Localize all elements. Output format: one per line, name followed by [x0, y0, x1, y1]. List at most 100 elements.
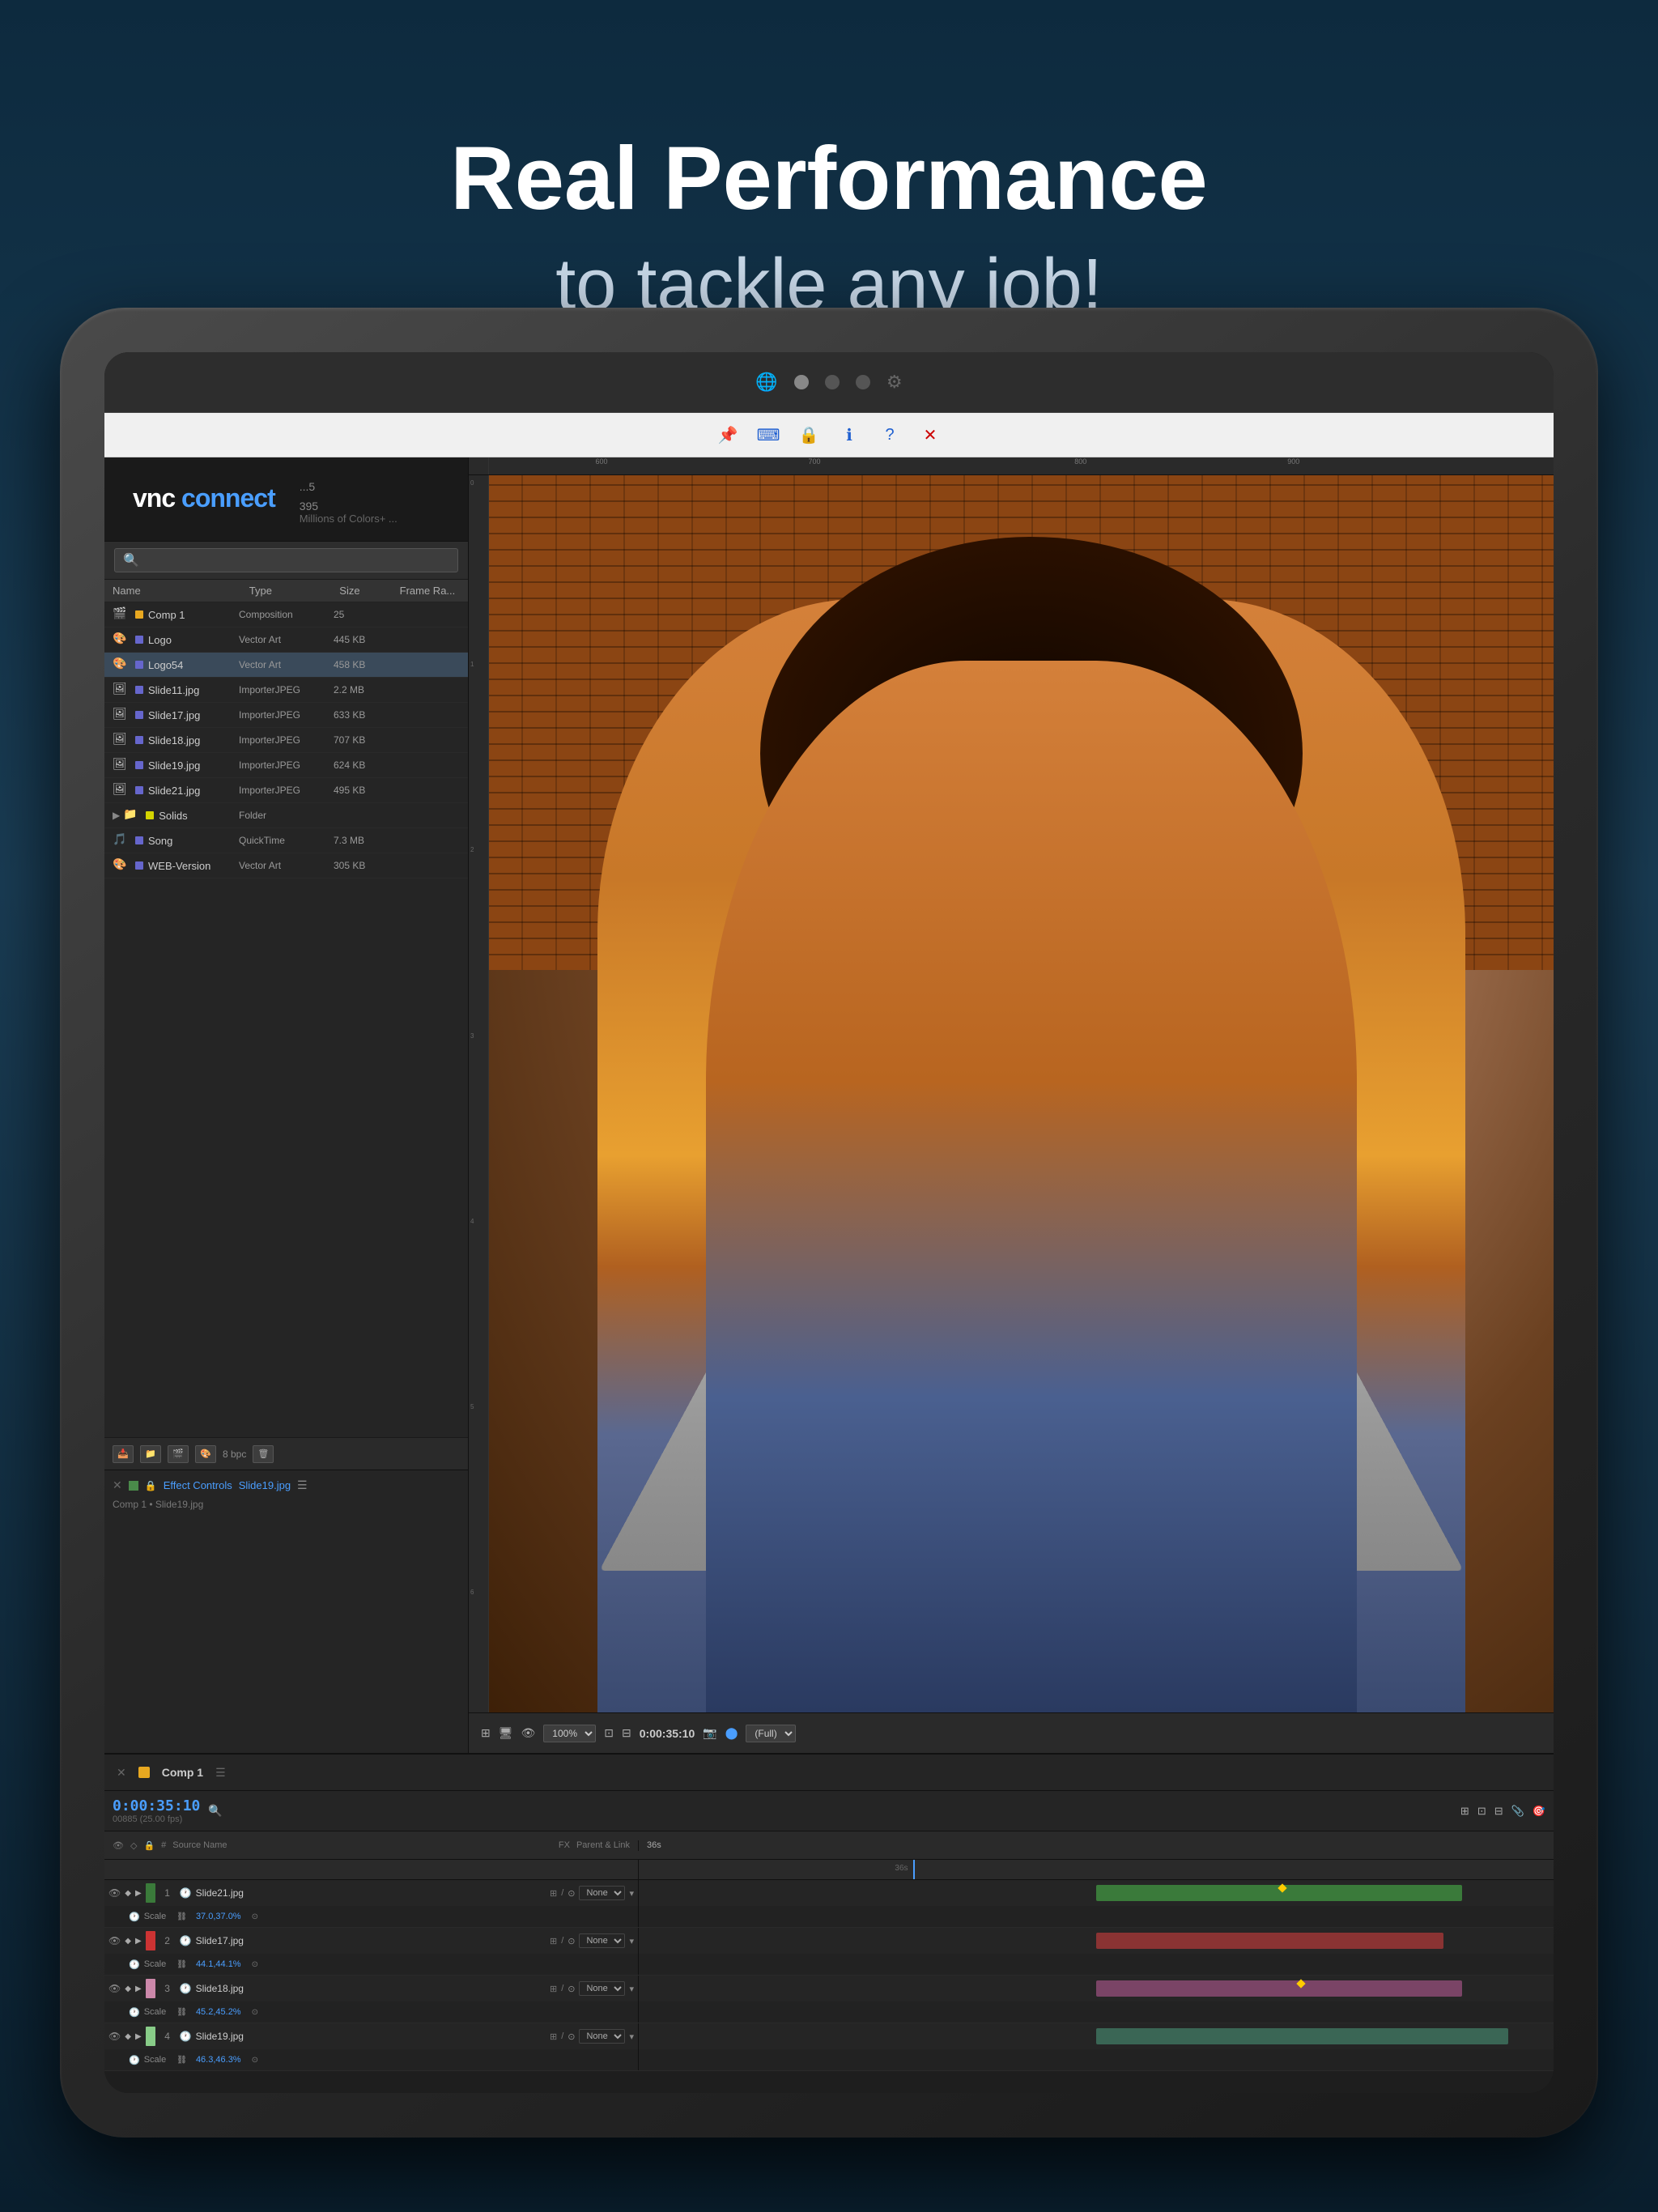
- folder-icon[interactable]: 📁: [140, 1445, 161, 1463]
- new-comp-icon[interactable]: 🎬: [168, 1445, 189, 1463]
- lock-icon[interactable]: 🔒: [795, 421, 823, 449]
- tl-layer-left: 👁 ◆ ▶ 1 🕐 Slide21.jpg ⊞ / ⊙ None ▾ 🕐 Sca…: [104, 1880, 639, 1927]
- layer-keyframe-nav[interactable]: ◆: [125, 2032, 131, 2041]
- tl-ctrl-1[interactable]: ⊞: [1460, 1805, 1469, 1818]
- file-icon: 🖼: [113, 782, 129, 798]
- layer-color-box: [146, 1931, 155, 1950]
- parent-link-dropdown[interactable]: ▾: [629, 2031, 634, 2042]
- layer-switch-1[interactable]: ⊞: [550, 2031, 557, 2042]
- tl-search-icon[interactable]: 🔍: [208, 1804, 222, 1818]
- info-icon[interactable]: ℹ: [835, 421, 864, 449]
- scale-36s: 36s: [895, 1864, 908, 1873]
- file-item[interactable]: 🖼 Slide21.jpg ImporterJPEG 495 KB: [104, 778, 468, 803]
- ae-timeline-panel: ✕ Comp 1 ☰ 0:00:35:10 00885 (25.00 fps) …: [104, 1753, 1554, 2093]
- file-item[interactable]: 🖼 Slide17.jpg ImporterJPEG 633 KB: [104, 703, 468, 728]
- sub-row-clock-icon: 🕐: [129, 2007, 140, 2018]
- file-type: ImporterJPEG: [239, 709, 334, 721]
- tl-layer-bar[interactable]: [1096, 2028, 1508, 2044]
- viewer-bottom-bar: ⊞ 🖥 👁 100% ⊡ ⊟ 0:00:35:10 📷: [469, 1712, 1554, 1753]
- file-item[interactable]: 🖼 Slide19.jpg ImporterJPEG 624 KB: [104, 753, 468, 778]
- tl-current-time[interactable]: 0:00:35:10: [113, 1797, 200, 1814]
- layer-expand[interactable]: ▶: [135, 2032, 142, 2041]
- col-header-framerate: Frame Ra...: [400, 585, 460, 597]
- tl-layer-bar[interactable]: [1096, 1933, 1443, 1949]
- layer-visibility-toggle[interactable]: 👁: [108, 2031, 121, 2042]
- layer-switch-2[interactable]: /: [561, 2031, 563, 2041]
- zoom-select[interactable]: 100%: [543, 1725, 596, 1742]
- layer-expand[interactable]: ▶: [135, 1984, 142, 1993]
- viewer-region-icon[interactable]: ⊟: [622, 1726, 631, 1740]
- file-item[interactable]: 🎵 Song QuickTime 7.3 MB: [104, 828, 468, 853]
- ec-menu-icon[interactable]: ☰: [297, 1478, 308, 1492]
- file-item[interactable]: 🎨 Logo Vector Art 445 KB: [104, 627, 468, 653]
- viewer-icon-1[interactable]: ⊞: [481, 1726, 491, 1740]
- file-item[interactable]: 🖼 Slide18.jpg ImporterJPEG 707 KB: [104, 728, 468, 753]
- parent-link-select[interactable]: None: [579, 1981, 625, 1996]
- file-size: 25: [334, 609, 397, 620]
- parent-link-dropdown[interactable]: ▾: [629, 1888, 634, 1899]
- layer-visibility-toggle[interactable]: 👁: [108, 1983, 121, 1994]
- ruler-mark-800: 800: [1074, 457, 1086, 466]
- ae-interface: vnc connect ...5 395 Millions of Colors+…: [104, 457, 1554, 2093]
- file-icon: 🎨: [113, 632, 129, 648]
- layer-keyframe-nav[interactable]: ◆: [125, 1984, 131, 1993]
- layer-expand[interactable]: ▶: [135, 1937, 142, 1946]
- layer-switch-2[interactable]: /: [561, 1984, 563, 1993]
- layer-switch-2[interactable]: /: [561, 1936, 563, 1946]
- layer-switch-1[interactable]: ⊞: [550, 1888, 557, 1899]
- layer-switch-2[interactable]: /: [561, 1888, 563, 1898]
- close-vnc-icon[interactable]: ✕: [916, 421, 945, 449]
- layer-visibility-toggle[interactable]: 👁: [108, 1887, 121, 1899]
- file-item[interactable]: ▶ 📁 Solids Folder: [104, 803, 468, 828]
- file-icon: 🎨: [113, 857, 129, 874]
- viewer-icon-3[interactable]: 👁: [521, 1726, 536, 1740]
- browser-dot-gray2: [825, 375, 840, 389]
- color-icon[interactable]: 🎨: [195, 1445, 216, 1463]
- viewer-icon-2[interactable]: 🖥: [499, 1726, 513, 1740]
- tl-layer-main-row: 👁 ◆ ▶ 1 🕐 Slide21.jpg ⊞ / ⊙ None ▾: [104, 1880, 638, 1906]
- parent-link-dropdown[interactable]: ▾: [629, 1984, 634, 1994]
- effect-controls-header: ✕ 🔒 Effect Controls Slide19.jpg ☰: [113, 1478, 460, 1492]
- layer-switch-1[interactable]: ⊞: [550, 1936, 557, 1946]
- viewer-color-icon[interactable]: ⬤: [725, 1726, 738, 1740]
- file-color-dot: [135, 661, 143, 669]
- viewer-fit-icon[interactable]: ⊡: [604, 1726, 614, 1740]
- keyboard-icon[interactable]: ⌨: [755, 421, 783, 449]
- tl-ctrl-4[interactable]: 📎: [1511, 1805, 1524, 1818]
- sub-row-scale-label: Scale: [144, 2007, 167, 2017]
- import-icon[interactable]: 📥: [113, 1445, 134, 1463]
- layer-expand[interactable]: ▶: [135, 1889, 142, 1898]
- ec-comp-path: Comp 1 • Slide19.jpg: [113, 1499, 460, 1510]
- viewer-camera-icon[interactable]: 📷: [703, 1726, 716, 1740]
- layer-keyframe-nav[interactable]: ◆: [125, 1937, 131, 1946]
- trash-icon[interactable]: 🗑: [253, 1445, 274, 1463]
- parent-link-select[interactable]: None: [579, 1886, 625, 1900]
- file-item[interactable]: 🎬 Comp 1 Composition 25: [104, 602, 468, 627]
- ec-slide-file[interactable]: Slide19.jpg: [239, 1479, 291, 1491]
- tl-ctrl-3[interactable]: ⊟: [1494, 1805, 1503, 1818]
- tl-menu-icon[interactable]: ☰: [215, 1766, 226, 1780]
- quality-select[interactable]: (Full): [746, 1725, 796, 1742]
- file-name-label: Solids: [159, 810, 187, 822]
- tl-layer-bar[interactable]: [1096, 1980, 1462, 1997]
- pin-icon[interactable]: 📌: [714, 421, 742, 449]
- layer-switch-1[interactable]: ⊞: [550, 1984, 557, 1994]
- parent-link-select[interactable]: None: [579, 1933, 625, 1948]
- layer-visibility-toggle[interactable]: 👁: [108, 1935, 121, 1946]
- parent-link-dropdown[interactable]: ▾: [629, 1936, 634, 1946]
- tl-scale-area: 36s: [104, 1860, 1554, 1880]
- tl-ctrl-5[interactable]: 🎯: [1533, 1805, 1545, 1818]
- project-search-input[interactable]: 🔍: [114, 548, 458, 572]
- tl-left-col-headers: 👁 ◇ 🔒 # Source Name FX Parent & Link: [104, 1840, 639, 1851]
- ec-close-icon[interactable]: ✕: [113, 1478, 122, 1492]
- file-item[interactable]: 🖼 Slide11.jpg ImporterJPEG 2.2 MB: [104, 678, 468, 703]
- sub-row-link-icon: ⛓: [176, 1912, 187, 1921]
- file-item[interactable]: 🎨 WEB-Version Vector Art 305 KB: [104, 853, 468, 878]
- help-icon[interactable]: ?: [876, 421, 904, 449]
- tl-close-btn[interactable]: ✕: [117, 1766, 126, 1780]
- file-item[interactable]: 🎨 Logo54 Vector Art 458 KB: [104, 653, 468, 678]
- parent-link-select[interactable]: None: [579, 2029, 625, 2044]
- file-type: ImporterJPEG: [239, 734, 334, 746]
- layer-keyframe-nav[interactable]: ◆: [125, 1889, 131, 1898]
- tl-ctrl-2[interactable]: ⊡: [1477, 1805, 1486, 1818]
